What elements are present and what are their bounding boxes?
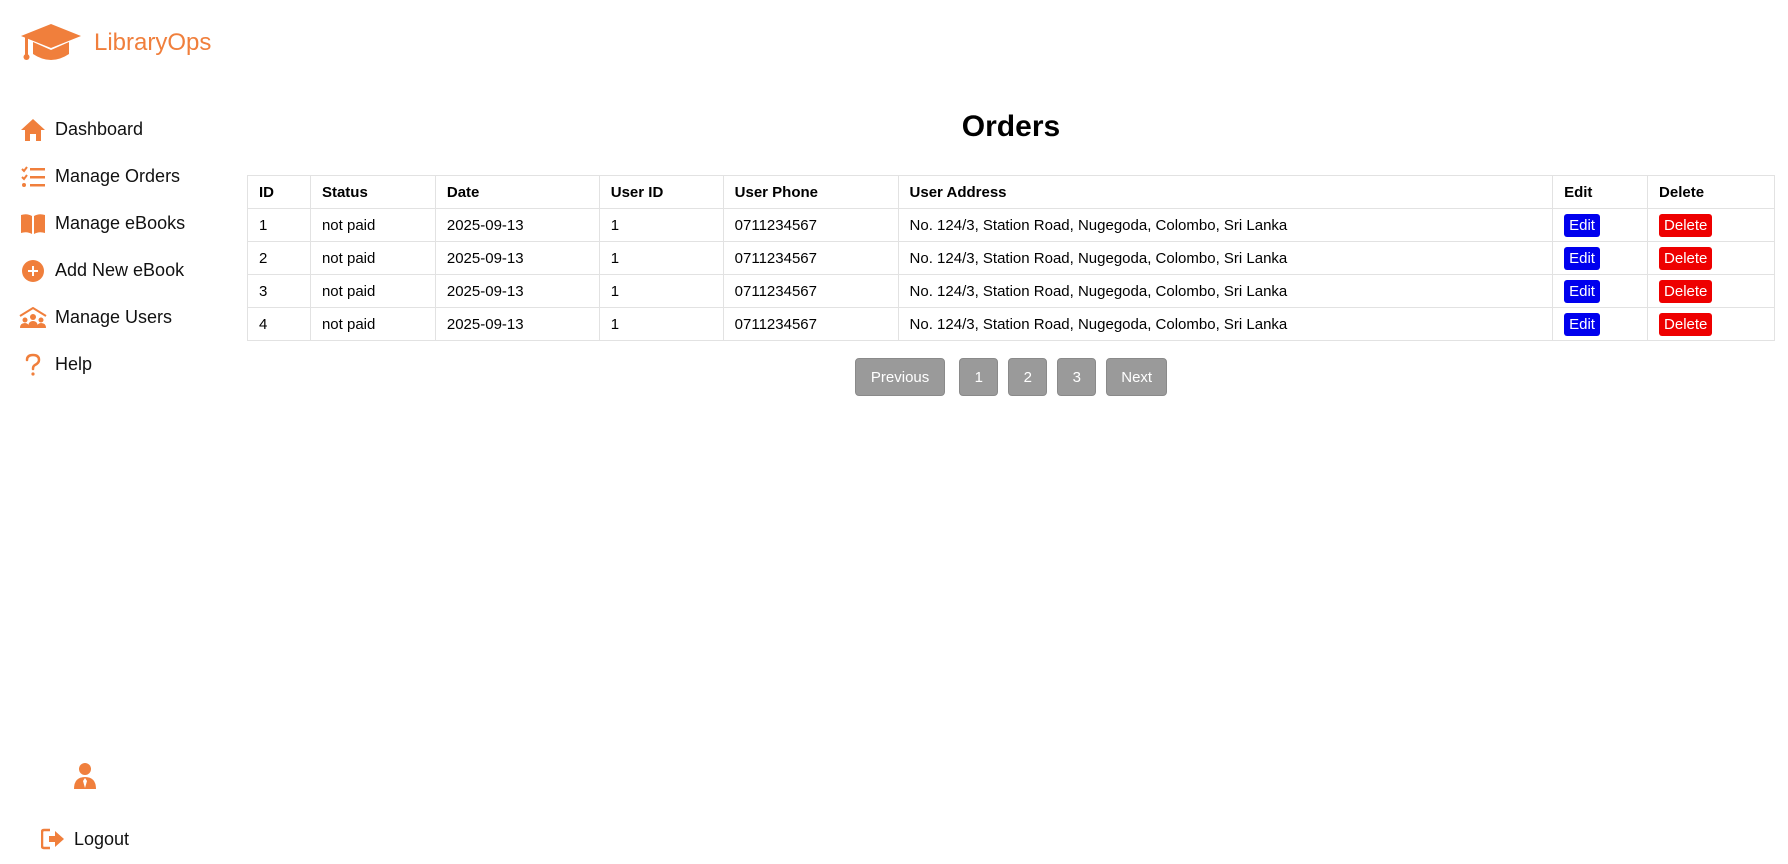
cell-user-address: No. 124/3, Station Road, Nugegoda, Colom… bbox=[897, 274, 1554, 308]
cell-date: 2025-09-13 bbox=[434, 241, 600, 275]
column-header-id: ID bbox=[247, 175, 311, 209]
cell-status: not paid bbox=[309, 241, 436, 275]
column-header-user-id: User ID bbox=[598, 175, 724, 209]
column-header-user-address: User Address bbox=[897, 175, 1554, 209]
sidebar-item-manage-orders[interactable]: Manage Orders bbox=[18, 153, 185, 200]
cell-delete: Delete bbox=[1647, 208, 1775, 242]
cell-status: not paid bbox=[309, 208, 436, 242]
app-root: LibraryOps Dashboard Manage Orders Manag… bbox=[0, 0, 1788, 864]
sidebar-item-manage-users[interactable]: Manage Users bbox=[18, 294, 185, 341]
next-page-button[interactable]: Next bbox=[1106, 358, 1168, 396]
sidebar-item-label: Add New eBook bbox=[55, 260, 185, 280]
sidebar-item-help[interactable]: Help bbox=[18, 341, 185, 388]
edit-button[interactable]: Edit bbox=[1564, 246, 1600, 270]
table-header-row: ID Status Date User ID User Phone User A… bbox=[247, 175, 1775, 209]
cell-edit: Edit bbox=[1552, 208, 1649, 242]
cell-date: 2025-09-13 bbox=[434, 274, 600, 308]
profile-button[interactable] bbox=[72, 762, 98, 790]
page-3-button[interactable]: 3 bbox=[1057, 358, 1097, 396]
cell-user-id: 1 bbox=[598, 274, 724, 308]
table-row: 4 not paid 2025-09-13 1 0711234567 No. 1… bbox=[247, 307, 1775, 341]
cell-user-id: 1 bbox=[598, 241, 724, 275]
cell-id: 4 bbox=[247, 307, 311, 341]
cell-user-address: No. 124/3, Station Road, Nugegoda, Colom… bbox=[897, 208, 1554, 242]
plus-circle-icon bbox=[18, 256, 48, 286]
sidebar-item-dashboard[interactable]: Dashboard bbox=[18, 106, 185, 153]
sidebar-item-label: Dashboard bbox=[55, 119, 144, 139]
page-2-button[interactable]: 2 bbox=[1008, 358, 1048, 396]
delete-button[interactable]: Delete bbox=[1659, 279, 1713, 303]
page-title: Orders bbox=[961, 110, 1061, 143]
column-header-user-phone: User Phone bbox=[722, 175, 899, 209]
previous-page-button[interactable]: Previous bbox=[854, 358, 946, 396]
cell-user-phone: 0711234567 bbox=[722, 208, 899, 242]
edit-button[interactable]: Edit bbox=[1564, 213, 1600, 237]
delete-button[interactable]: Delete bbox=[1659, 312, 1713, 336]
column-header-status: Status bbox=[309, 175, 436, 209]
cell-user-id: 1 bbox=[598, 208, 724, 242]
logout-label: Logout bbox=[74, 828, 130, 849]
cell-status: not paid bbox=[309, 307, 436, 341]
user-tie-icon bbox=[74, 763, 96, 789]
sidebar: LibraryOps Dashboard Manage Orders Manag… bbox=[0, 0, 240, 864]
cell-delete: Delete bbox=[1647, 274, 1775, 308]
brand[interactable]: LibraryOps bbox=[20, 20, 211, 66]
cell-edit: Edit bbox=[1552, 241, 1649, 275]
delete-button[interactable]: Delete bbox=[1659, 246, 1713, 270]
cell-user-address: No. 124/3, Station Road, Nugegoda, Colom… bbox=[897, 307, 1554, 341]
checklist-icon bbox=[18, 162, 48, 192]
cell-delete: Delete bbox=[1647, 307, 1775, 341]
brand-name: LibraryOps bbox=[94, 29, 212, 56]
cell-date: 2025-09-13 bbox=[434, 208, 600, 242]
sidebar-item-manage-ebooks[interactable]: Manage eBooks bbox=[18, 200, 185, 247]
cell-id: 1 bbox=[247, 208, 311, 242]
cell-user-id: 1 bbox=[598, 307, 724, 341]
table-row: 2 not paid 2025-09-13 1 0711234567 No. 1… bbox=[247, 241, 1775, 275]
delete-button[interactable]: Delete bbox=[1659, 213, 1713, 237]
column-header-date: Date bbox=[434, 175, 600, 209]
cell-user-phone: 0711234567 bbox=[722, 274, 899, 308]
cell-id: 3 bbox=[247, 274, 311, 308]
question-icon bbox=[18, 350, 48, 380]
cell-status: not paid bbox=[309, 274, 436, 308]
table-row: 1 not paid 2025-09-13 1 0711234567 No. 1… bbox=[247, 208, 1775, 242]
sidebar-item-label: Manage eBooks bbox=[55, 213, 186, 233]
edit-button[interactable]: Edit bbox=[1564, 312, 1600, 336]
table-row: 3 not paid 2025-09-13 1 0711234567 No. 1… bbox=[247, 274, 1775, 308]
graduation-cap-icon bbox=[21, 24, 81, 60]
cell-delete: Delete bbox=[1647, 241, 1775, 275]
logout-icon bbox=[40, 826, 66, 852]
sidebar-item-label: Help bbox=[55, 354, 93, 374]
cell-user-address: No. 124/3, Station Road, Nugegoda, Colom… bbox=[897, 241, 1554, 275]
cell-user-phone: 0711234567 bbox=[722, 241, 899, 275]
home-icon bbox=[18, 115, 48, 145]
column-header-edit: Edit bbox=[1552, 175, 1649, 209]
cell-user-phone: 0711234567 bbox=[722, 307, 899, 341]
logout-button[interactable]: Logout bbox=[40, 826, 129, 852]
pagination: Previous 1 2 3 Next bbox=[247, 358, 1775, 396]
sidebar-item-label: Manage Orders bbox=[55, 166, 181, 186]
page-1-button[interactable]: 1 bbox=[959, 358, 999, 396]
cell-edit: Edit bbox=[1552, 274, 1649, 308]
cell-id: 2 bbox=[247, 241, 311, 275]
column-header-delete: Delete bbox=[1647, 175, 1775, 209]
cell-date: 2025-09-13 bbox=[434, 307, 600, 341]
users-group-icon bbox=[18, 303, 48, 333]
sidebar-item-label: Manage Users bbox=[55, 307, 173, 327]
sidebar-item-add-new-ebook[interactable]: Add New eBook bbox=[18, 247, 185, 294]
open-book-icon bbox=[18, 209, 48, 239]
edit-button[interactable]: Edit bbox=[1564, 279, 1600, 303]
orders-table: ID Status Date User ID User Phone User A… bbox=[247, 175, 1775, 341]
sidebar-nav: Dashboard Manage Orders Manage eBooks Ad… bbox=[18, 106, 185, 388]
cell-edit: Edit bbox=[1552, 307, 1649, 341]
